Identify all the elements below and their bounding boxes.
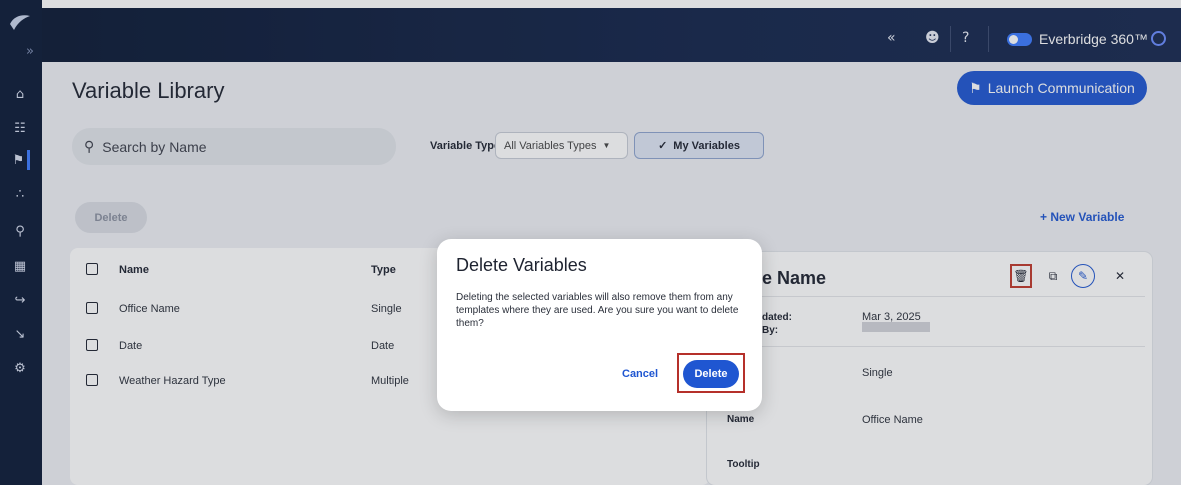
cancel-button[interactable]: Cancel bbox=[622, 368, 658, 380]
dialog-message: Deleting the selected variables will als… bbox=[456, 292, 739, 329]
confirm-delete-button[interactable]: Delete bbox=[683, 360, 739, 388]
dialog-title: Delete Variables bbox=[456, 255, 587, 275]
